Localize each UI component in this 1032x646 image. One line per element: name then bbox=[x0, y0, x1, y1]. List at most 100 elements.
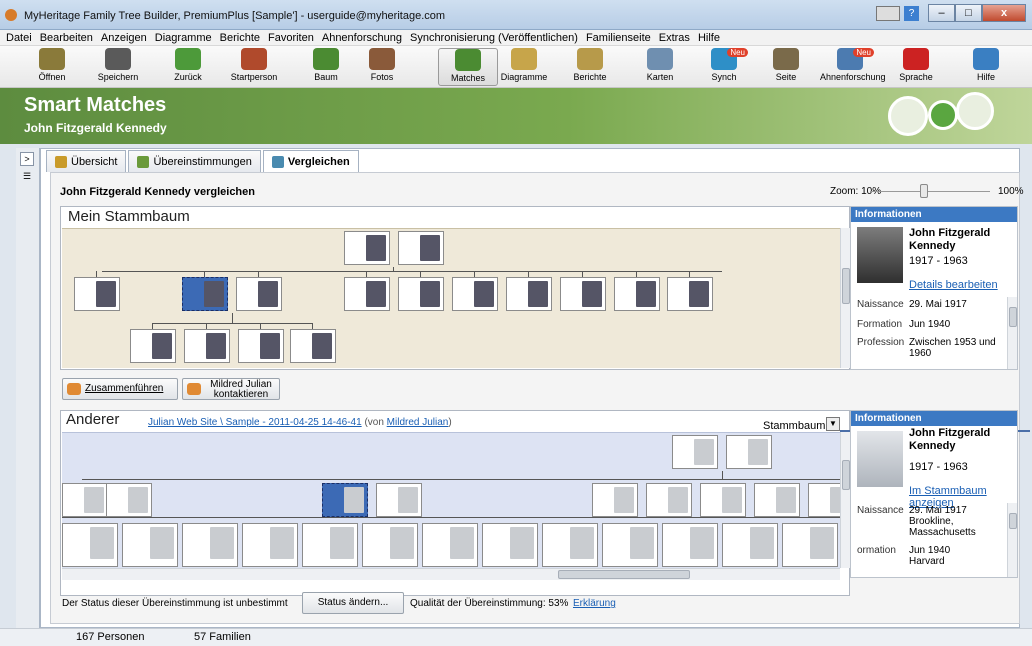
person-card[interactable] bbox=[238, 329, 284, 363]
hscroll-thumb[interactable] bbox=[558, 570, 690, 579]
help-icon[interactable]: ? bbox=[904, 6, 919, 21]
menu-berichte[interactable]: Berichte bbox=[220, 30, 260, 45]
menu-bearbeiten[interactable]: Bearbeiten bbox=[40, 30, 93, 45]
toolbar-button-hilfe[interactable]: Hilfe bbox=[956, 48, 1016, 86]
menu-anzeigen[interactable]: Anzeigen bbox=[101, 30, 147, 45]
other-tree-hscrollbar[interactable] bbox=[62, 568, 840, 580]
person-card[interactable] bbox=[602, 523, 658, 567]
person-card[interactable] bbox=[74, 277, 120, 311]
person-card[interactable] bbox=[122, 523, 178, 567]
person-card[interactable] bbox=[700, 483, 746, 517]
change-status-button[interactable]: Status ändern... bbox=[302, 592, 404, 614]
person-card[interactable] bbox=[662, 523, 718, 567]
compare-title: John Fitzgerald Kennedy vergleichen bbox=[60, 186, 255, 198]
menu-extras[interactable]: Extras bbox=[659, 30, 690, 45]
zoom-slider-handle[interactable] bbox=[920, 184, 928, 198]
person-card[interactable] bbox=[322, 483, 368, 517]
person-card[interactable] bbox=[667, 277, 713, 311]
toolbar: Öffnen Speichern Zurück Startperson Baum Foto… bbox=[0, 46, 1032, 88]
merge-button[interactable]: Zusammenführen bbox=[62, 378, 178, 400]
info-scrollbar[interactable] bbox=[1007, 297, 1017, 369]
toolbar-button-sprache[interactable]: Sprache bbox=[886, 48, 946, 86]
toolbar-button-berichte[interactable]: Berichte bbox=[560, 48, 620, 86]
person-card[interactable] bbox=[398, 231, 444, 265]
person-card[interactable] bbox=[722, 523, 778, 567]
toolbar-button-diagramme[interactable]: Diagramme bbox=[494, 48, 554, 86]
person-card[interactable] bbox=[62, 483, 108, 517]
toolbar-button-synch[interactable]: Synch Neu bbox=[694, 48, 754, 86]
menu-favoriten[interactable]: Favoriten bbox=[268, 30, 314, 45]
zoom-slider[interactable] bbox=[870, 191, 990, 192]
person-card[interactable] bbox=[182, 277, 228, 311]
owner-link[interactable]: Mildred Julian bbox=[387, 417, 449, 428]
app-icon bbox=[5, 9, 17, 21]
explain-link[interactable]: Erklärung bbox=[573, 598, 616, 609]
tab-uebereinstimmungen[interactable]: Übereinstimmungen bbox=[128, 150, 261, 172]
maximize-button[interactable]: □ bbox=[955, 4, 982, 22]
person-card[interactable] bbox=[452, 277, 498, 311]
expand-icon[interactable]: > bbox=[20, 152, 34, 166]
person-card[interactable] bbox=[482, 523, 538, 567]
menu-synchronisierung[interactable]: Synchronisierung (Veröffentlichen) bbox=[410, 30, 578, 45]
person-card[interactable] bbox=[62, 523, 118, 567]
people-list-icon[interactable]: ☰ bbox=[20, 170, 34, 184]
minimize-button[interactable]: – bbox=[928, 4, 955, 22]
toolbar-button-seite[interactable]: Seite bbox=[756, 48, 816, 86]
toolbar-button-zurück[interactable]: Zurück bbox=[158, 48, 218, 86]
person-card[interactable] bbox=[130, 329, 176, 363]
toolbar-button-öffnen[interactable]: Öffnen bbox=[22, 48, 82, 86]
toolbar-button-matches[interactable]: Matches bbox=[438, 48, 498, 86]
person-card[interactable] bbox=[542, 523, 598, 567]
person-card[interactable] bbox=[344, 231, 390, 265]
person-card[interactable] bbox=[614, 277, 660, 311]
person-card[interactable] bbox=[290, 329, 336, 363]
keyboard-icon[interactable] bbox=[876, 6, 900, 21]
person-card[interactable] bbox=[506, 277, 552, 311]
info-scrollbar[interactable] bbox=[1007, 503, 1017, 577]
toolbar-button-baum[interactable]: Baum bbox=[296, 48, 356, 86]
person-card[interactable] bbox=[344, 277, 390, 311]
person-card[interactable] bbox=[236, 277, 282, 311]
toolbar-button-fotos[interactable]: Fotos bbox=[352, 48, 412, 86]
menu-familienseite[interactable]: Familienseite bbox=[586, 30, 651, 45]
report-icon bbox=[577, 48, 603, 70]
my-tree-canvas[interactable] bbox=[62, 228, 840, 368]
my-tree-scrollbar[interactable] bbox=[840, 228, 850, 368]
person-card[interactable] bbox=[302, 523, 358, 567]
toolbar-button-startperson[interactable]: Startperson bbox=[224, 48, 284, 86]
view-dropdown-button[interactable]: ▼ bbox=[826, 417, 840, 431]
person-card[interactable] bbox=[242, 523, 298, 567]
person-card[interactable] bbox=[422, 523, 478, 567]
menu-diagramme[interactable]: Diagramme bbox=[155, 30, 212, 45]
tab-vergleichen[interactable]: Vergleichen bbox=[262, 150, 359, 173]
menu-hilfe[interactable]: Hilfe bbox=[698, 30, 720, 45]
other-tree-scrollbar[interactable] bbox=[840, 432, 850, 568]
person-card[interactable] bbox=[754, 483, 800, 517]
person-card[interactable] bbox=[184, 329, 230, 363]
menu-ahnenforschung[interactable]: Ahnenforschung bbox=[322, 30, 402, 45]
toolbar-button-speichern[interactable]: Speichern bbox=[88, 48, 148, 86]
person-card[interactable] bbox=[560, 277, 606, 311]
menu-datei[interactable]: Datei bbox=[6, 30, 32, 45]
person-card[interactable] bbox=[398, 277, 444, 311]
person-card[interactable] bbox=[808, 483, 840, 517]
person-card[interactable] bbox=[672, 435, 718, 469]
person-card[interactable] bbox=[362, 523, 418, 567]
window-controls: – □ x bbox=[928, 4, 1026, 22]
close-button[interactable]: x bbox=[982, 4, 1026, 22]
contact-owner-button[interactable]: Mildred Julian kontaktieren bbox=[182, 378, 280, 400]
person-card[interactable] bbox=[106, 483, 152, 517]
person-card[interactable] bbox=[782, 523, 838, 567]
source-link[interactable]: Julian Web Site \ Sample - 2011-04-25 14… bbox=[148, 417, 362, 428]
person-card[interactable] bbox=[726, 435, 772, 469]
tab-uebersicht[interactable]: Übersicht bbox=[46, 150, 127, 172]
portrait-photo[interactable] bbox=[857, 227, 903, 283]
person-card[interactable] bbox=[592, 483, 638, 517]
edit-details-link[interactable]: Details bearbeiten bbox=[909, 279, 998, 291]
person-card[interactable] bbox=[646, 483, 692, 517]
toolbar-button-karten[interactable]: Karten bbox=[630, 48, 690, 86]
person-card[interactable] bbox=[182, 523, 238, 567]
toolbar-button-ahnenforschung[interactable]: Ahnenforschung Neu bbox=[820, 48, 886, 86]
person-card[interactable] bbox=[376, 483, 422, 517]
other-tree-canvas[interactable] bbox=[62, 432, 840, 568]
